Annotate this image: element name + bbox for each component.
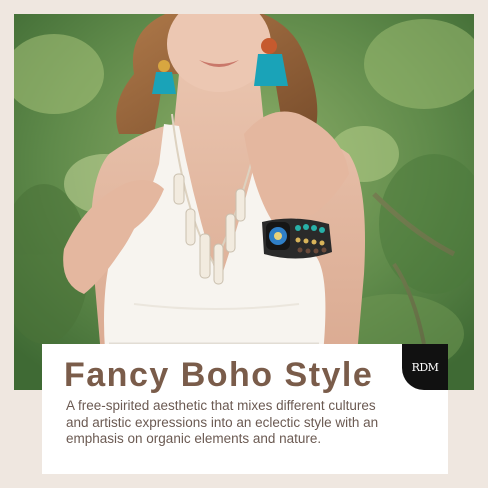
brand-logo: RDM bbox=[402, 344, 448, 390]
description: A free-spirited aesthetic that mixes dif… bbox=[66, 398, 379, 446]
text-card: Fancy Boho Style RDM A free-spirited aes… bbox=[42, 344, 448, 474]
logo-text: RDM bbox=[411, 360, 439, 374]
boho-watch bbox=[262, 218, 332, 259]
product-photo bbox=[14, 14, 474, 390]
heading: Fancy Boho Style bbox=[64, 356, 374, 394]
